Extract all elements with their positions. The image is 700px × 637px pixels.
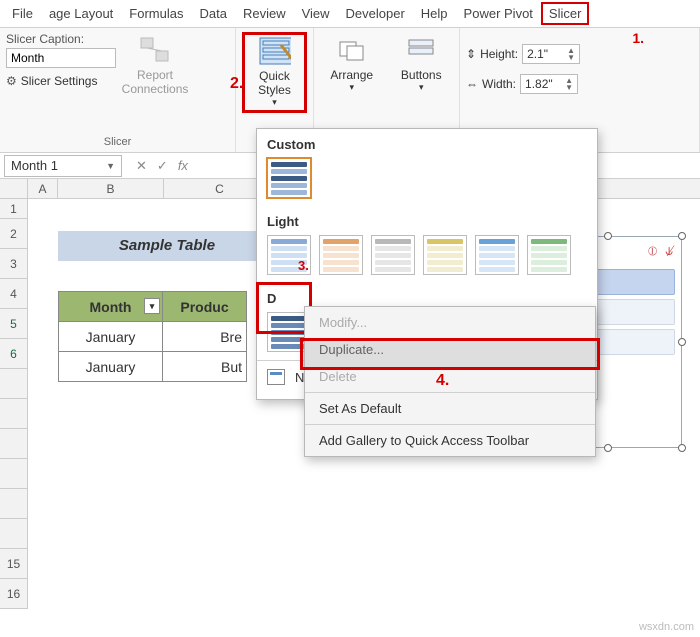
tab-page-layout[interactable]: age Layout (41, 2, 121, 25)
slicer-caption-label: Slicer Caption: (6, 32, 116, 46)
row-header[interactable] (0, 429, 27, 459)
resize-handle[interactable] (604, 232, 612, 240)
height-icon: ⇕ (466, 47, 476, 61)
style-swatch-light-gray[interactable] (371, 235, 415, 275)
quick-styles-icon (259, 37, 291, 65)
resize-handle[interactable] (678, 232, 686, 240)
menu-duplicate[interactable]: Duplicate... (305, 336, 595, 363)
annotation-3: 3. (298, 258, 309, 273)
slicer-settings-button[interactable]: Slicer Settings (6, 74, 116, 88)
report-connections-button[interactable]: Report Connections (122, 32, 188, 96)
quick-styles-label: Quick Styles (247, 69, 302, 97)
enter-icon[interactable]: ✓ (157, 158, 168, 174)
row-header[interactable] (0, 369, 27, 399)
slicer-caption-input[interactable] (6, 48, 116, 68)
quick-styles-button[interactable]: Quick Styles ▾ (242, 32, 307, 113)
tab-help[interactable]: Help (413, 2, 456, 25)
tab-file[interactable]: File (4, 2, 41, 25)
chevron-down-icon: ▾ (419, 82, 424, 93)
width-input[interactable]: 1.82"▲▼ (520, 74, 578, 94)
table-header-month[interactable]: Month▾ (59, 292, 163, 322)
section-custom: Custom (257, 129, 597, 156)
resize-handle[interactable] (678, 444, 686, 452)
row-header[interactable]: 1 (0, 199, 27, 219)
table-row[interactable]: JanuaryBut (59, 352, 247, 382)
new-style-icon (267, 369, 285, 385)
sample-table: Month▾ Produc JanuaryBre JanuaryBut (58, 291, 247, 382)
arrange-label: Arrange (330, 68, 373, 82)
tab-power-pivot[interactable]: Power Pivot (456, 2, 541, 25)
height-label: Height: (480, 47, 518, 61)
tab-developer[interactable]: Developer (338, 2, 413, 25)
annotation-4: 4. (436, 372, 449, 390)
cancel-icon[interactable]: ✕ (136, 158, 147, 174)
buttons-button[interactable]: Buttons ▾ (390, 32, 454, 93)
row-header[interactable]: 3 (0, 249, 27, 279)
style-swatch-light-orange[interactable] (319, 235, 363, 275)
group-slicer: Slicer Caption: Slicer Settings Report C… (0, 28, 236, 152)
report-connections-icon (139, 36, 171, 64)
menu-set-default[interactable]: Set As Default (305, 395, 595, 422)
width-label: Width: (482, 77, 516, 91)
row-header[interactable]: 4 (0, 279, 27, 309)
annotation-2: 2. (230, 75, 243, 93)
ribbon-tabs: File age Layout Formulas Data Review Vie… (0, 0, 700, 28)
row-headers: 1 2 3 4 5 6 15 16 (0, 199, 28, 609)
resize-handle[interactable] (604, 444, 612, 452)
group-slicer-label: Slicer (6, 134, 229, 152)
annotation-1: 1. (632, 30, 644, 46)
row-header[interactable]: 5 (0, 309, 27, 339)
row-header[interactable] (0, 399, 27, 429)
tab-view[interactable]: View (294, 2, 338, 25)
menu-delete[interactable]: Delete (305, 363, 595, 390)
row-header[interactable] (0, 519, 27, 549)
row-header[interactable]: 16 (0, 579, 27, 609)
buttons-icon (405, 36, 437, 64)
menu-modify[interactable]: Modify... (305, 309, 595, 336)
chevron-down-icon: ▾ (272, 97, 277, 108)
clear-filter-icon[interactable]: ⫝̸ (665, 243, 673, 259)
menu-add-gallery-qat[interactable]: Add Gallery to Quick Access Toolbar (305, 427, 595, 454)
table-header-product[interactable]: Produc (163, 292, 247, 322)
tab-data[interactable]: Data (191, 2, 234, 25)
arrange-icon (336, 36, 368, 64)
slicer-settings-label: Slicer Settings (21, 74, 98, 88)
tab-formulas[interactable]: Formulas (121, 2, 191, 25)
fx-icon[interactable]: fx (178, 158, 188, 173)
style-swatch[interactable] (475, 235, 519, 275)
style-swatch-light-yellow[interactable] (423, 235, 467, 275)
filter-icon[interactable]: ▾ (144, 298, 160, 314)
style-swatch[interactable] (527, 235, 571, 275)
select-all-corner[interactable] (0, 179, 28, 198)
title-cell[interactable]: Sample Table (58, 231, 276, 261)
row-header[interactable] (0, 489, 27, 519)
watermark: wsxdn.com (639, 621, 694, 633)
gear-icon (6, 74, 17, 88)
row-header[interactable] (0, 459, 27, 489)
chevron-down-icon: ▾ (349, 82, 354, 93)
tab-review[interactable]: Review (235, 2, 294, 25)
row-header[interactable]: 2 (0, 219, 27, 249)
arrange-button[interactable]: Arrange ▾ (320, 32, 384, 93)
resize-handle[interactable] (678, 338, 686, 346)
multi-select-icon[interactable]: ⦶ (648, 243, 657, 259)
tab-slicer[interactable]: Slicer (541, 2, 590, 25)
table-row[interactable]: JanuaryBre (59, 322, 247, 352)
height-input[interactable]: 2.1"▲▼ (522, 44, 580, 64)
width-icon: ⇔ (466, 77, 478, 91)
name-box-value: Month 1 (11, 158, 58, 173)
style-swatch-custom[interactable] (267, 158, 311, 198)
style-context-menu: Modify... Duplicate... Delete Set As Def… (304, 306, 596, 457)
row-header[interactable]: 15 (0, 549, 27, 579)
report-connections-label: Report Connections (122, 68, 189, 96)
buttons-label: Buttons (401, 68, 442, 82)
section-light: Light (257, 206, 597, 233)
name-box[interactable]: Month 1 ▼ (4, 155, 122, 177)
col-header-a[interactable]: A (28, 179, 58, 198)
chevron-down-icon[interactable]: ▼ (106, 161, 115, 171)
col-header-b[interactable]: B (58, 179, 164, 198)
row-header[interactable]: 6 (0, 339, 27, 369)
